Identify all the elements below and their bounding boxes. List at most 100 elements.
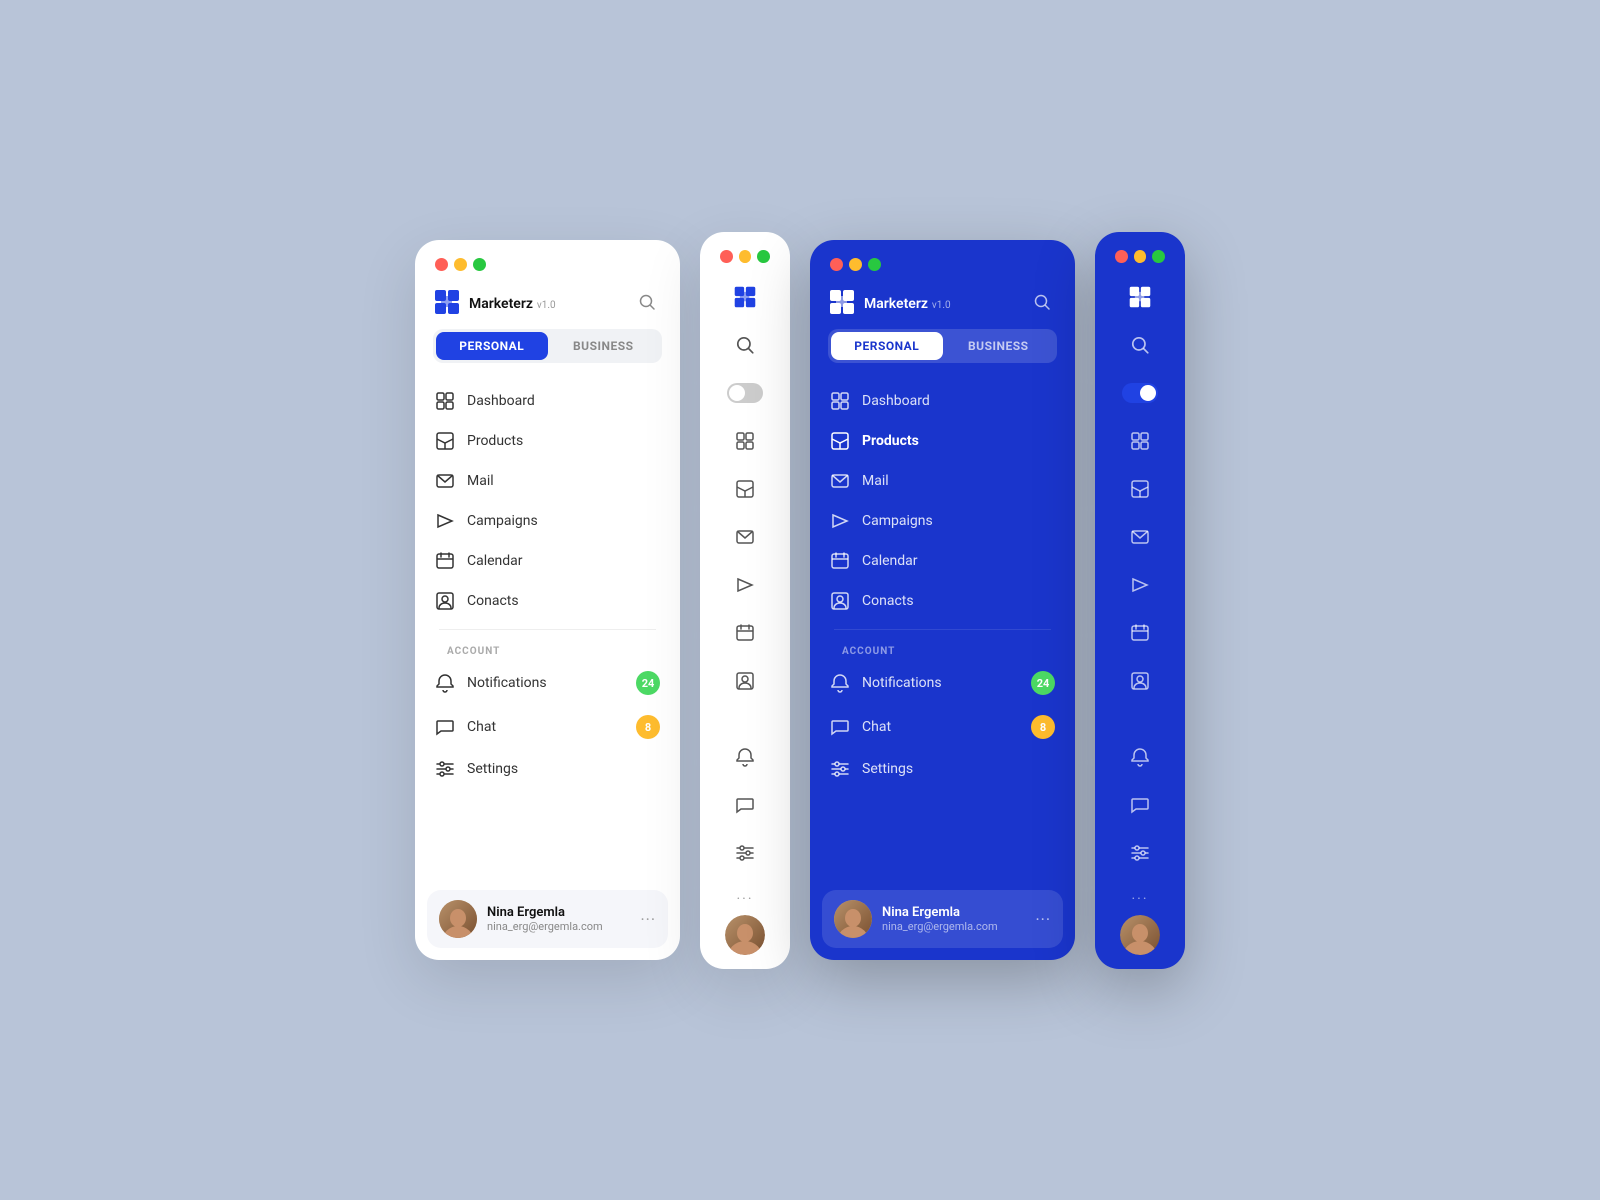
- dark-narrow-products[interactable]: [1118, 467, 1162, 511]
- nav-item-calendar[interactable]: Calendar: [427, 541, 668, 581]
- dark-narrow-settings[interactable]: [1118, 831, 1162, 875]
- dark-theme-toggle[interactable]: [1122, 383, 1158, 403]
- nav-item-settings[interactable]: Settings: [427, 749, 668, 789]
- tl-red[interactable]: [435, 258, 448, 271]
- dark-nav-dashboard[interactable]: Dashboard: [822, 381, 1063, 421]
- dark-nav-label-contacts: Conacts: [862, 593, 914, 609]
- narrow-campaigns[interactable]: [723, 563, 767, 607]
- nav-item-contacts[interactable]: Conacts: [427, 581, 668, 621]
- narrow-brand[interactable]: [723, 275, 767, 319]
- dark-user-menu-button[interactable]: ···: [1035, 910, 1051, 929]
- user-menu-button[interactable]: ···: [640, 910, 656, 929]
- dark-nav-divider: [834, 629, 1051, 630]
- dark-avatar: [834, 900, 872, 938]
- brand: Marketerz v1.0: [433, 288, 556, 316]
- user-card[interactable]: Nina Ergemla nina_erg@ergemla.com ···: [427, 890, 668, 948]
- dark-nav-chat[interactable]: Chat 8: [822, 705, 1063, 749]
- nav-item-dashboard[interactable]: Dashboard: [427, 381, 668, 421]
- tl-dark-narrow: [1095, 232, 1185, 275]
- dark-narrow-panel: ···: [1095, 232, 1185, 969]
- nav-item-campaigns[interactable]: Campaigns: [427, 501, 668, 541]
- tl-red-dn[interactable]: [1115, 250, 1128, 263]
- dark-dashboard-icon: [830, 391, 850, 411]
- dark-settings-icon: [830, 759, 850, 779]
- dark-nav-mail[interactable]: Mail: [822, 461, 1063, 501]
- nav-item-chat[interactable]: Chat 8: [427, 705, 668, 749]
- nav-item-mail[interactable]: Mail: [427, 461, 668, 501]
- tl-yellow-dw[interactable]: [849, 258, 862, 271]
- dark-nav-calendar[interactable]: Calendar: [822, 541, 1063, 581]
- dark-nav-label-campaigns: Campaigns: [862, 513, 933, 529]
- nav-label-chat: Chat: [467, 719, 496, 735]
- tl-green-dn[interactable]: [1152, 250, 1165, 263]
- user-info: Nina Ergemla nina_erg@ergemla.com: [487, 905, 630, 933]
- user-email: nina_erg@ergemla.com: [487, 920, 630, 933]
- narrow-user-menu[interactable]: ···: [700, 883, 790, 915]
- dark-nav-label-calendar: Calendar: [862, 553, 918, 569]
- narrow-toggle[interactable]: [723, 371, 767, 415]
- dark-narrow-search[interactable]: [1118, 323, 1162, 367]
- narrow-products[interactable]: [723, 467, 767, 511]
- dark-narrow-contacts[interactable]: [1118, 659, 1162, 703]
- dark-narrow-dashboard[interactable]: [1118, 419, 1162, 463]
- narrow-calendar[interactable]: [723, 611, 767, 655]
- nav-label-contacts: Conacts: [467, 593, 519, 609]
- scene: Marketerz v1.0 PERSONAL BUSINESS: [415, 232, 1185, 969]
- user-name: Nina Ergemla: [487, 905, 630, 920]
- narrow-settings[interactable]: [723, 831, 767, 875]
- narrow-mail[interactable]: [723, 515, 767, 559]
- dark-search-button[interactable]: [1027, 287, 1057, 317]
- dark-personal-tab[interactable]: PERSONAL: [831, 332, 943, 360]
- dark-narrow-user-menu[interactable]: ···: [1095, 883, 1185, 915]
- dark-nav-products[interactable]: Products: [822, 421, 1063, 461]
- dark-narrow-brand[interactable]: [1118, 275, 1162, 319]
- brand-version: v1.0: [537, 300, 556, 311]
- narrow-contacts[interactable]: [723, 659, 767, 703]
- dark-business-tab[interactable]: BUSINESS: [943, 332, 1055, 360]
- narrow-avatar[interactable]: [725, 915, 765, 955]
- business-tab[interactable]: BUSINESS: [548, 332, 660, 360]
- nav-item-products[interactable]: Products: [427, 421, 668, 461]
- narrow-search[interactable]: [723, 323, 767, 367]
- dark-products-icon: [830, 431, 850, 451]
- dark-narrow-toggle[interactable]: [1118, 371, 1162, 415]
- dark-narrow-calendar[interactable]: [1118, 611, 1162, 655]
- dark-nav-contacts[interactable]: Conacts: [822, 581, 1063, 621]
- search-button[interactable]: [632, 287, 662, 317]
- tl-yellow-dn[interactable]: [1134, 250, 1147, 263]
- tl-yellow-n[interactable]: [739, 250, 752, 263]
- dark-wide-panel: Marketerz v1.0 PERSONAL BUSINESS Dashboa…: [810, 240, 1075, 960]
- dark-panel-header: Marketerz v1.0: [810, 283, 1075, 329]
- tl-red-dw[interactable]: [830, 258, 843, 271]
- nav-item-notifications[interactable]: Notifications 24: [427, 661, 668, 705]
- dark-narrow-mail[interactable]: [1118, 515, 1162, 559]
- tl-green-dw[interactable]: [868, 258, 881, 271]
- mail-icon: [435, 471, 455, 491]
- dark-nav-notifications[interactable]: Notifications 24: [822, 661, 1063, 705]
- notifications-icon: [435, 673, 455, 693]
- narrow-chat[interactable]: [723, 783, 767, 827]
- panel-header: Marketerz v1.0: [415, 283, 680, 329]
- dark-narrow-chat[interactable]: [1118, 783, 1162, 827]
- dark-narrow-notifications[interactable]: [1118, 735, 1162, 779]
- dark-user-card[interactable]: Nina Ergemla nina_erg@ergemla.com ···: [822, 890, 1063, 948]
- tl-green[interactable]: [473, 258, 486, 271]
- theme-toggle[interactable]: [727, 383, 763, 403]
- tl-green-n[interactable]: [757, 250, 770, 263]
- dark-narrow-avatar[interactable]: [1120, 915, 1160, 955]
- account-section-label: ACCOUNT: [427, 638, 668, 661]
- narrow-dashboard[interactable]: [723, 419, 767, 463]
- dashboard-icon: [435, 391, 455, 411]
- narrow-notifications[interactable]: [723, 735, 767, 779]
- dark-nav-settings[interactable]: Settings: [822, 749, 1063, 789]
- main-nav: Dashboard Products Mail Ca: [415, 381, 680, 878]
- dark-narrow-campaigns[interactable]: [1118, 563, 1162, 607]
- dark-nav-campaigns[interactable]: Campaigns: [822, 501, 1063, 541]
- personal-tab[interactable]: PERSONAL: [436, 332, 548, 360]
- campaigns-icon: [435, 511, 455, 531]
- products-icon: [435, 431, 455, 451]
- tl-yellow[interactable]: [454, 258, 467, 271]
- dark-account-label: ACCOUNT: [822, 638, 1063, 661]
- dark-user-name: Nina Ergemla: [882, 905, 1025, 920]
- tl-red-n[interactable]: [720, 250, 733, 263]
